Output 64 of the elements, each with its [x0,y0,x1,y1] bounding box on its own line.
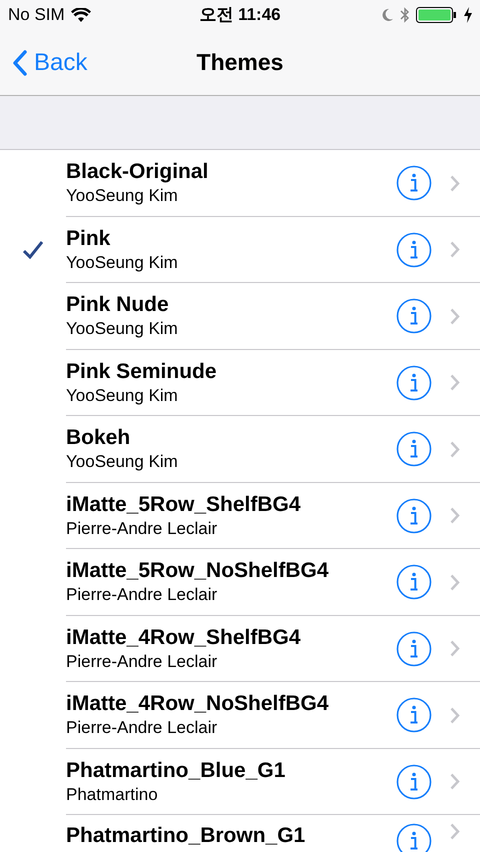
chevron-right-icon [450,706,460,724]
theme-row[interactable]: iMatte_5Row_ShelfBG4 Pierre-Andre Leclair [0,482,480,549]
chevron-right-icon [450,241,460,258]
carrier-text: No SIM [8,4,65,26]
theme-name: Pink [66,226,112,252]
theme-name: iMatte_4Row_NoShelfBG4 [66,691,330,718]
chevron-right-icon [450,507,460,524]
theme-name: Black-Original [66,159,210,186]
bluetooth-icon [400,7,410,23]
chevron-right-icon [450,308,460,325]
info-icon[interactable] [396,498,432,534]
theme-row[interactable]: Pink Nude YooSeung Kim [0,283,480,350]
back-button[interactable]: Back [0,44,88,80]
chevron-right-icon [450,823,460,840]
theme-row[interactable]: iMatte_4Row_NoShelfBG4 Pierre-Andre Leclair [0,682,480,748]
theme-author: YooSeung Kim [66,252,179,274]
clock-text: 오전 11:46 [199,4,281,26]
theme-author: Pierre-Andre Leclair [66,717,218,740]
chevron-right-icon [450,773,460,790]
wifi-icon [70,8,91,22]
info-icon[interactable] [396,431,432,468]
info-icon[interactable] [396,630,432,667]
info-icon[interactable] [396,232,432,268]
theme-name: Pink Nude [66,292,170,318]
info-icon[interactable] [396,165,432,202]
theme-name: Phatmartino_Brown_G1 [66,823,306,849]
theme-row[interactable]: Pink Seminude YooSeung Kim [0,350,480,416]
theme-name: iMatte_5Row_ShelfBG4 [66,492,302,518]
theme-name: iMatte_4Row_ShelfBG4 [66,624,302,651]
theme-author: YooSeung Kim [66,185,179,208]
theme-row[interactable]: iMatte_4Row_ShelfBG4 Pierre-Andre Leclair [0,616,480,682]
info-icon[interactable] [396,364,432,401]
theme-author: Pierre-Andre Leclair [66,584,218,606]
theme-row[interactable]: Phatmartino_Blue_G1 Phatmartino [0,748,480,815]
theme-row[interactable]: Bokeh YooSeung Kim [0,416,480,482]
battery-icon [416,7,458,23]
nav-title: Themes [196,48,284,78]
chevron-left-icon [12,50,28,76]
chevron-right-icon [450,374,460,392]
theme-name: iMatte_5Row_NoShelfBG4 [66,558,330,584]
theme-name: Bokeh [66,425,132,452]
theme-row[interactable]: Phatmartino_Brown_G1 [0,815,480,852]
charging-icon [464,7,472,23]
theme-author: Pierre-Andre Leclair [66,650,218,673]
info-icon[interactable] [396,823,432,852]
moon-icon [381,8,394,22]
info-icon[interactable] [396,697,432,734]
chevron-right-icon [450,174,460,192]
theme-author: YooSeung Kim [66,451,179,474]
theme-author: Phatmartino [66,784,159,806]
info-icon[interactable] [396,564,432,600]
theme-author: YooSeung Kim [66,384,179,407]
chevron-right-icon [450,440,460,458]
theme-row[interactable]: Black-Original YooSeung Kim [0,150,480,216]
theme-author: YooSeung Kim [66,318,179,340]
info-icon[interactable] [396,298,432,334]
theme-row[interactable]: Pink YooSeung Kim [0,216,480,283]
chevron-right-icon [450,640,460,658]
theme-row[interactable]: iMatte_5Row_NoShelfBG4 Pierre-Andre Leclair [0,549,480,616]
theme-author: Pierre-Andre Leclair [66,518,218,540]
theme-name: Pink Seminude [66,358,218,385]
info-icon[interactable] [396,764,432,800]
chevron-right-icon [450,574,460,591]
theme-name: Phatmartino_Blue_G1 [66,758,286,784]
